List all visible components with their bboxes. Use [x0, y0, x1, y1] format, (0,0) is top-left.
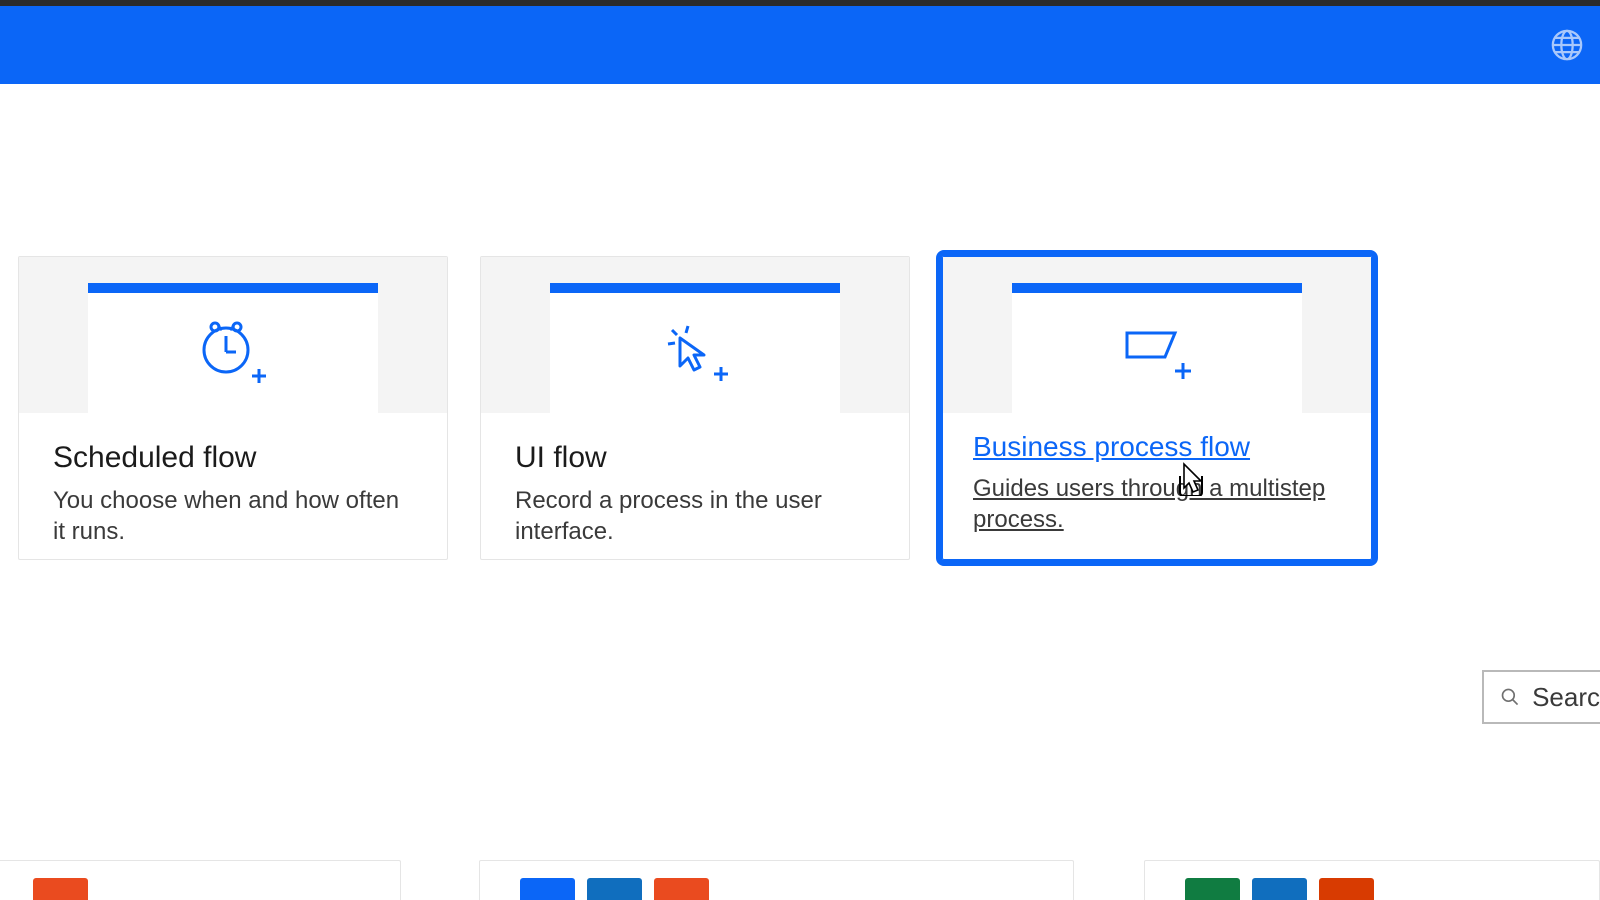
illus-window — [1012, 283, 1302, 413]
card-body: Business process flow Guides users throu… — [943, 413, 1371, 535]
card-body: UI flow Record a process in the user int… — [481, 413, 909, 547]
connector-tile-icon — [1252, 878, 1307, 900]
parallelogram-plus-icon — [1117, 323, 1197, 383]
template-card[interactable] — [0, 860, 401, 900]
card-illustration — [19, 257, 447, 413]
flow-type-cards: Scheduled flow You choose when and how o… — [0, 84, 1600, 560]
card-ui-flow[interactable]: UI flow Record a process in the user int… — [480, 256, 910, 560]
connector-tile-icon — [1319, 878, 1374, 900]
card-business-process-flow[interactable]: Business process flow Guides users throu… — [942, 256, 1372, 560]
cursor-click-plus-icon — [660, 320, 730, 386]
connector-tile-icon — [587, 878, 642, 900]
card-title: Business process flow — [973, 431, 1341, 463]
connector-tile-icon — [520, 878, 575, 900]
search-icon — [1500, 684, 1520, 710]
card-description: You choose when and how often it runs. — [53, 485, 413, 547]
clock-plus-icon — [198, 320, 268, 386]
card-description: Guides users through a multistep process… — [973, 473, 1341, 535]
connector-tile-icon — [33, 878, 88, 900]
illus-window — [550, 283, 840, 413]
bottom-template-cards — [0, 860, 1600, 900]
illus-window — [88, 283, 378, 413]
search-placeholder: Searc — [1532, 682, 1600, 713]
card-body: Scheduled flow You choose when and how o… — [19, 413, 447, 547]
card-title: UI flow — [515, 441, 875, 475]
template-card[interactable] — [479, 860, 1074, 900]
card-illustration — [943, 257, 1371, 413]
globe-icon[interactable] — [1550, 28, 1584, 62]
card-illustration — [481, 257, 909, 413]
app-header — [0, 6, 1600, 84]
template-card[interactable] — [1144, 860, 1600, 900]
search-input[interactable]: Searc — [1482, 670, 1600, 724]
card-scheduled-flow[interactable]: Scheduled flow You choose when and how o… — [18, 256, 448, 560]
card-description: Record a process in the user interface. — [515, 485, 875, 547]
connector-tile-icon — [654, 878, 709, 900]
connector-tile-icon — [1185, 878, 1240, 900]
card-title: Scheduled flow — [53, 441, 413, 475]
